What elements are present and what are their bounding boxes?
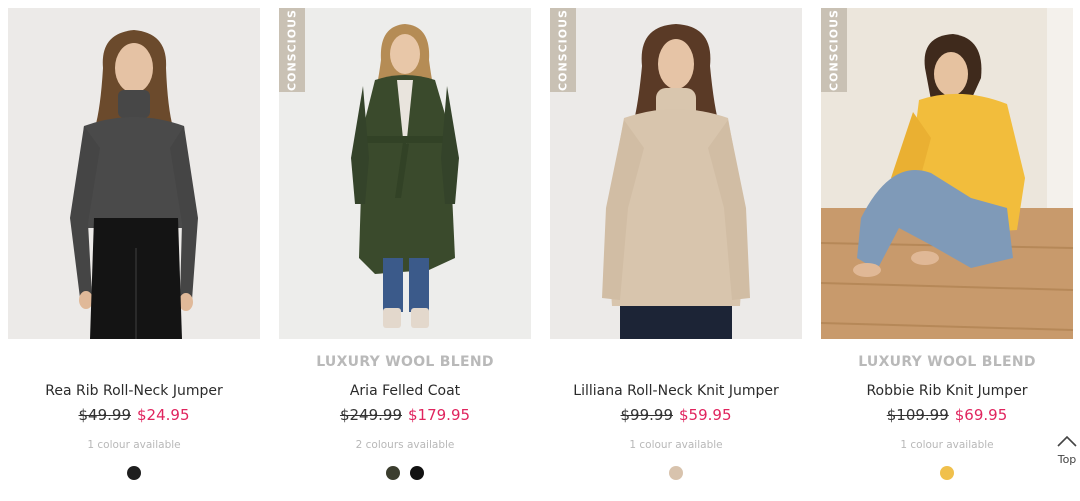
product-image[interactable]: CONSCIOUS xyxy=(821,8,1073,339)
colour-swatches xyxy=(279,466,531,480)
sale-price: $24.95 xyxy=(137,406,190,424)
original-price: $249.99 xyxy=(339,406,402,424)
colours-available: 1 colour available xyxy=(87,439,181,451)
colour-swatch[interactable] xyxy=(669,466,683,480)
conscious-badge: CONSCIOUS xyxy=(821,8,847,92)
colour-swatches xyxy=(821,466,1073,480)
sale-price: $69.95 xyxy=(954,406,1008,424)
conscious-badge: CONSCIOUS xyxy=(279,8,305,92)
product-prices: $109.99 $69.95 xyxy=(821,406,1073,424)
product-image[interactable] xyxy=(8,8,260,339)
colours-available: 2 colours available xyxy=(355,439,455,451)
colour-swatch[interactable] xyxy=(940,466,954,480)
colour-swatch[interactable] xyxy=(127,466,141,480)
colours-available: 1 colour available xyxy=(629,439,723,451)
colour-swatches xyxy=(8,466,260,480)
product-name[interactable]: Rea Rib Roll-Neck Jumper xyxy=(8,383,260,399)
product-prices: $249.99 $179.95 xyxy=(279,406,531,424)
colour-swatches xyxy=(550,466,802,480)
back-to-top-button[interactable]: Top xyxy=(1054,432,1080,468)
conscious-badge: CONSCIOUS xyxy=(550,8,576,92)
sale-price: $179.95 xyxy=(408,406,471,424)
product-name[interactable]: Lilliana Roll-Neck Knit Jumper xyxy=(550,383,802,399)
original-price: $49.99 xyxy=(78,406,132,424)
sale-price: $59.95 xyxy=(679,406,732,424)
colours-available: 1 colour available xyxy=(900,439,994,451)
product-name[interactable]: Robbie Rib Knit Jumper xyxy=(821,383,1073,399)
back-to-top-label: Top xyxy=(1057,453,1077,466)
product-prices: $49.99 $24.95 xyxy=(8,406,260,424)
product-name[interactable]: Aria Felled Coat xyxy=(279,383,531,399)
product-card: CONSCIOUS LUXURY WOOL BLEND Robbie Rib K… xyxy=(821,8,1073,498)
original-price: $99.99 xyxy=(620,406,674,424)
colour-swatch[interactable] xyxy=(386,466,400,480)
product-card: Rea Rib Roll-Neck Jumper $49.99 $24.95 1 … xyxy=(8,8,260,498)
product-card: CONSCIOUS Lilliana Roll-Neck Knit Jumper… xyxy=(550,8,802,498)
product-card: CONSCIOUS LUXURY WOOL BLEND Aria Felled … xyxy=(279,8,531,498)
product-prices: $99.99 $59.95 xyxy=(550,406,802,424)
product-tag: LUXURY WOOL BLEND xyxy=(858,354,1036,370)
product-image[interactable]: CONSCIOUS xyxy=(550,8,802,339)
product-tag: LUXURY WOOL BLEND xyxy=(316,354,494,370)
product-image[interactable]: CONSCIOUS xyxy=(279,8,531,339)
chevron-up-icon xyxy=(1057,435,1077,447)
product-grid: Rea Rib Roll-Neck Jumper $49.99 $24.95 1 … xyxy=(0,0,1080,501)
colour-swatch[interactable] xyxy=(410,466,424,480)
original-price: $109.99 xyxy=(886,406,949,424)
